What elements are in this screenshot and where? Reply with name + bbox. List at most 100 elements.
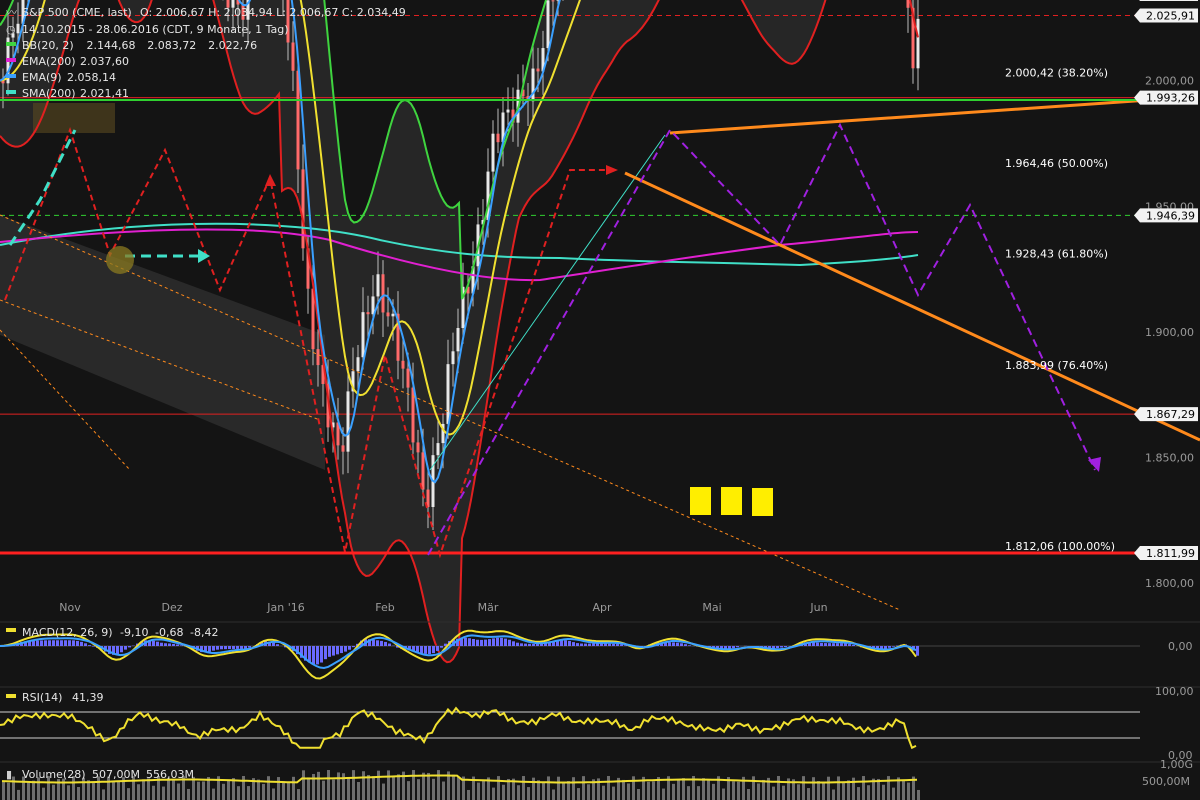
candle-body xyxy=(546,0,550,49)
legend-label: SMA(200) xyxy=(22,87,76,100)
volume-bar xyxy=(267,776,270,800)
macd-bar xyxy=(824,643,827,646)
macd-bar xyxy=(672,642,675,646)
macd-bar xyxy=(180,645,183,646)
price-chart[interactable]: 2.116,86 (0.00%)2.044,92 (23.60%)2.000,4… xyxy=(0,0,1200,800)
volume-bar xyxy=(587,784,590,800)
macd-bar xyxy=(176,644,179,646)
volume-bar xyxy=(782,785,785,800)
candle-body xyxy=(366,312,370,315)
volume-bar xyxy=(557,776,560,800)
candle-body xyxy=(491,133,495,172)
macd-bar xyxy=(84,643,87,646)
volume-bar xyxy=(737,781,740,800)
legend-label: EMA(200) xyxy=(22,55,76,68)
volume-bar xyxy=(112,782,115,800)
candle-body xyxy=(496,133,500,143)
marker-circle xyxy=(106,246,134,274)
volume-bar xyxy=(417,779,420,800)
volume-bar xyxy=(572,777,575,800)
month-label: Apr xyxy=(592,601,612,614)
macd-bar xyxy=(572,642,575,646)
macd-bar xyxy=(248,646,251,648)
legend-label: EMA(9) xyxy=(22,71,62,84)
volume-bar xyxy=(822,782,825,800)
volume-bar xyxy=(377,770,380,800)
fib-label: 1.964,46 (50.00%) xyxy=(1005,157,1108,170)
candle-body xyxy=(386,312,390,317)
volume-bar xyxy=(802,776,805,800)
macd-bar xyxy=(464,637,467,646)
macd-bar xyxy=(532,643,535,646)
volume-bar xyxy=(562,782,565,800)
macd-bar xyxy=(892,646,895,647)
macd-bar xyxy=(588,643,591,646)
volume-bar xyxy=(222,783,225,800)
macd-bar xyxy=(432,646,435,654)
volume-bar xyxy=(142,779,145,800)
volume-bar xyxy=(197,781,200,800)
macd-axis-zero: 0,00 xyxy=(1168,640,1193,653)
volume-bar xyxy=(542,783,545,800)
volume-bar xyxy=(412,770,415,800)
volume-bar xyxy=(622,779,625,800)
yellow-marker-2 xyxy=(721,487,742,515)
macd-bar xyxy=(388,643,391,646)
macd-bar xyxy=(40,640,43,646)
volume-bar xyxy=(32,780,35,800)
volume-bar xyxy=(902,780,905,800)
candle-body xyxy=(531,68,535,102)
macd-bar xyxy=(888,646,891,648)
volume-bar xyxy=(422,772,425,800)
candle-body xyxy=(551,0,555,2)
macd-bar xyxy=(312,646,315,665)
volume-bar xyxy=(332,779,335,800)
candle-body xyxy=(361,312,365,358)
legend-swatch xyxy=(6,74,16,78)
macd-bar xyxy=(516,642,519,646)
macd-bar xyxy=(48,640,51,646)
volume-bar xyxy=(637,789,640,800)
rsi-label: RSI(14) xyxy=(22,691,62,704)
price-axis-label: 1.900,00 xyxy=(1145,326,1194,339)
macd-bar xyxy=(604,643,607,646)
macd-bar xyxy=(92,646,95,647)
volume-bar xyxy=(82,777,85,800)
volume-bar xyxy=(602,785,605,800)
legend-value: 2.022,76 xyxy=(208,39,257,52)
volume-bar xyxy=(492,787,495,800)
macd-bar xyxy=(520,643,523,646)
volume-bar xyxy=(172,779,175,800)
macd-bar xyxy=(732,646,735,649)
chart-root: 2.116,86 (0.00%)2.044,92 (23.60%)2.000,4… xyxy=(0,0,1200,800)
volume-bar xyxy=(477,782,480,800)
macd-bar xyxy=(172,643,175,646)
macd-bar xyxy=(220,646,223,650)
macd-bar xyxy=(592,643,595,646)
macd-bar xyxy=(76,640,79,646)
fib-label: 1.883,99 (76.40%) xyxy=(1005,359,1108,372)
volume-bar xyxy=(137,784,140,800)
volume-bar xyxy=(652,781,655,800)
volume-bar xyxy=(857,787,860,800)
legend-swatch xyxy=(6,90,16,94)
macd-bar xyxy=(476,639,479,646)
macd-bar xyxy=(384,641,387,646)
volume-bar xyxy=(567,781,570,800)
candle-body xyxy=(401,360,405,369)
volume-bar xyxy=(2,780,5,800)
macd-bar xyxy=(124,646,127,650)
macd-bar xyxy=(44,640,47,646)
candle-body xyxy=(456,328,460,352)
macd-bar xyxy=(504,638,507,646)
volume-bar xyxy=(817,781,820,800)
macd-bar xyxy=(480,639,483,646)
macd-bar xyxy=(848,644,851,646)
candle-body xyxy=(436,443,440,456)
macd-bar xyxy=(564,640,567,646)
chart-icon: 〰 xyxy=(6,6,17,19)
macd-bar xyxy=(536,644,539,646)
candle-body xyxy=(451,351,455,365)
macd-bar xyxy=(688,645,691,646)
price-axis-label: 1.800,00 xyxy=(1145,577,1194,590)
